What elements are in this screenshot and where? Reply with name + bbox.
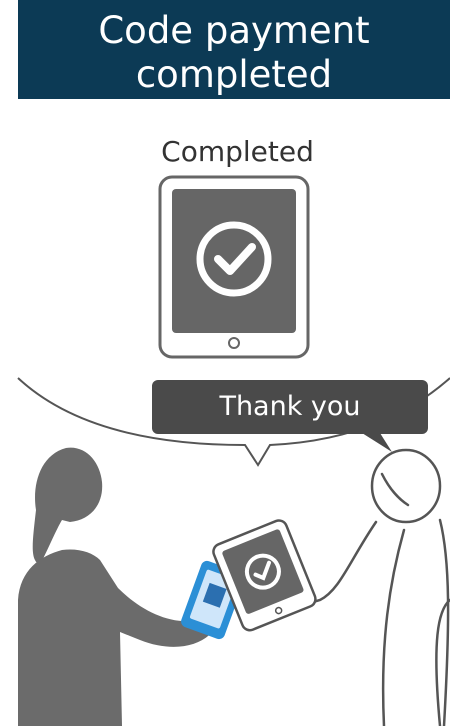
title-line-2: completed — [135, 53, 333, 96]
completed-label: Completed — [161, 135, 314, 168]
speech-bubble-text: Thank you — [219, 391, 361, 422]
title-line-1: Code payment — [98, 9, 370, 52]
merchant-figure — [298, 448, 450, 726]
title-banner: Code payment completed — [18, 0, 450, 99]
tablet-large-icon — [158, 175, 310, 359]
customer-figure — [18, 447, 214, 726]
